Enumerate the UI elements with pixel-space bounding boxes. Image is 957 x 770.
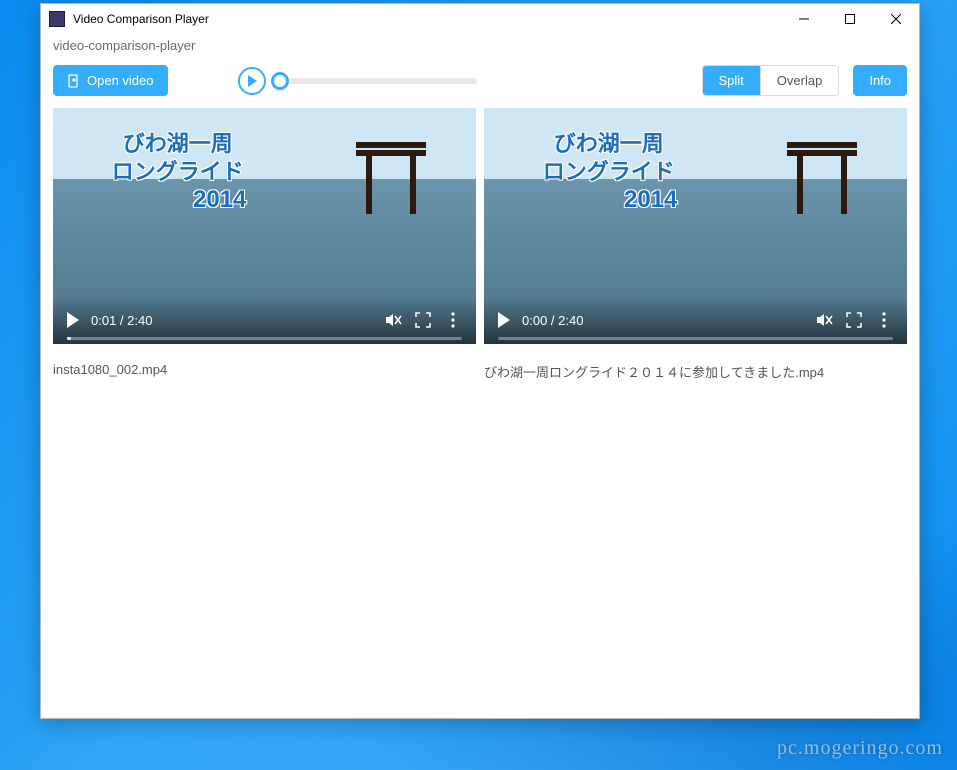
video-time-display: 0:00 / 2:40 — [522, 313, 583, 328]
video-play-button[interactable] — [67, 312, 79, 328]
video-pane-left: びわ湖一周 ロングライド 2014 0:01 / 2:40 — [53, 108, 476, 344]
fullscreen-icon — [415, 312, 431, 328]
split-mode-button[interactable]: Split — [703, 66, 760, 95]
app-icon — [49, 11, 65, 27]
app-window: Video Comparison Player video-comparison… — [40, 3, 920, 719]
kebab-icon — [451, 312, 455, 328]
videos-row: びわ湖一周 ロングライド 2014 0:01 / 2:40 — [41, 108, 919, 354]
volume-muted-icon — [384, 311, 402, 329]
video-overlay-title: びわ湖一周 ロングライド 2014 — [109, 130, 246, 215]
mute-button[interactable] — [815, 311, 833, 329]
video-overlay-title: びわ湖一周 ロングライド 2014 — [540, 130, 677, 215]
file-icon — [67, 74, 81, 88]
close-button[interactable] — [873, 4, 919, 34]
video-menu-button[interactable] — [875, 311, 893, 329]
filename-right: びわ湖一周ロングライド２０１４に参加してきました.mp4 — [484, 362, 907, 381]
video-progress-track[interactable] — [498, 337, 893, 340]
filenames-row: insta1080_002.mp4 びわ湖一周ロングライド２０１４に参加してきま… — [41, 354, 919, 389]
play-all-button[interactable] — [238, 67, 266, 95]
titlebar: Video Comparison Player — [41, 4, 919, 34]
torii-graphic — [787, 144, 857, 214]
overlay-line1: びわ湖一周 — [123, 131, 233, 156]
window-title: Video Comparison Player — [73, 12, 781, 26]
toolbar: Open video Split Overlap Info — [41, 61, 919, 108]
video-play-button[interactable] — [498, 312, 510, 328]
close-icon — [891, 14, 901, 24]
fullscreen-button[interactable] — [845, 311, 863, 329]
open-video-label: Open video — [87, 73, 154, 88]
volume-muted-icon — [815, 311, 833, 329]
minimize-icon — [799, 14, 809, 24]
maximize-button[interactable] — [827, 4, 873, 34]
fullscreen-icon — [846, 312, 862, 328]
overlay-line2: ロングライド — [543, 159, 675, 184]
view-mode-group: Split Overlap — [702, 65, 840, 96]
slider-thumb[interactable] — [271, 72, 289, 90]
overlay-year: 2014 — [193, 185, 246, 215]
minimize-button[interactable] — [781, 4, 827, 34]
torii-graphic — [356, 144, 426, 214]
video-time-display: 0:01 / 2:40 — [91, 313, 152, 328]
overlay-year: 2014 — [624, 185, 677, 215]
timeline-slider[interactable] — [280, 78, 477, 84]
current-time: 0:01 — [91, 313, 116, 328]
overlay-line2: ロングライド — [112, 159, 244, 184]
duration: 2:40 — [558, 313, 583, 328]
video-controls: 0:00 / 2:40 — [484, 296, 907, 344]
slider-track — [280, 78, 477, 84]
app-subtitle: video-comparison-player — [41, 34, 919, 61]
watermark: pc.mogeringo.com — [777, 737, 943, 760]
filename-left: insta1080_002.mp4 — [53, 362, 476, 381]
kebab-icon — [882, 312, 886, 328]
current-time: 0:00 — [522, 313, 547, 328]
info-button[interactable]: Info — [853, 65, 907, 96]
overlap-mode-button[interactable]: Overlap — [760, 66, 839, 95]
video-menu-button[interactable] — [444, 311, 462, 329]
window-controls — [781, 4, 919, 34]
overlay-line1: びわ湖一周 — [554, 131, 664, 156]
duration: 2:40 — [127, 313, 152, 328]
play-icon — [248, 75, 257, 87]
video-pane-right: びわ湖一周 ロングライド 2014 0:00 / 2:40 — [484, 108, 907, 344]
video-controls: 0:01 / 2:40 — [53, 296, 476, 344]
open-video-button[interactable]: Open video — [53, 65, 168, 96]
fullscreen-button[interactable] — [414, 311, 432, 329]
video-progress-fill — [67, 337, 71, 340]
maximize-icon — [845, 14, 855, 24]
mute-button[interactable] — [384, 311, 402, 329]
video-progress-track[interactable] — [67, 337, 462, 340]
